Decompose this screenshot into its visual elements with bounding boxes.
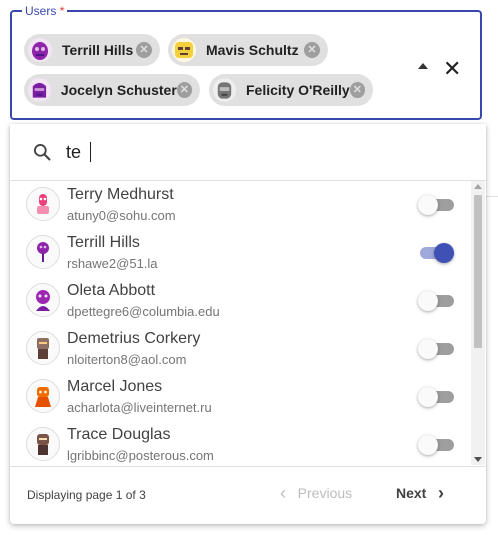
chevron-left-icon: ‹ <box>280 483 286 503</box>
next-page-button[interactable]: Next › <box>396 483 445 503</box>
options-list[interactable]: Terry Medhurst atuny0@sohu.com Terrill H… <box>10 181 470 465</box>
option-name: Oleta Abbott <box>67 282 156 299</box>
background-divider <box>486 196 498 197</box>
avatar <box>26 187 60 221</box>
previous-page-button[interactable]: ‹ Previous <box>280 483 353 503</box>
option-email: dpettegre6@columbia.edu <box>67 304 220 319</box>
avatar <box>26 379 60 413</box>
chip-terrill-hills[interactable]: Terrill Hills ✕ <box>24 34 160 66</box>
robot-avatar-icon <box>172 38 196 62</box>
robot-avatar-icon <box>213 78 236 102</box>
option-email: lgribbinc@posterous.com <box>67 448 214 463</box>
caret-up-icon[interactable] <box>418 63 428 69</box>
chip-jocelyn-schuster[interactable]: Jocelyn Schuster ✕ <box>24 74 200 106</box>
robot-avatar-icon <box>37 338 49 359</box>
list-item[interactable]: Terrill Hills rshawe2@51.la <box>10 229 470 277</box>
pagination-footer: Displaying page 1 of 3 ‹ Previous Next › <box>10 466 486 525</box>
previous-label: Previous <box>297 485 353 501</box>
avatar <box>172 38 196 62</box>
scroll-up-arrow-icon[interactable] <box>474 184 482 189</box>
chip-mavis-schultz[interactable]: Mavis Schultz ✕ <box>168 34 328 66</box>
list-item[interactable]: Trace Douglas lgribbinc@posterous.com <box>10 421 470 465</box>
option-email: rshawe2@51.la <box>67 256 158 271</box>
select-toggle[interactable] <box>418 339 454 359</box>
chip-label: Mavis Schultz <box>206 42 299 58</box>
robot-avatar-icon <box>28 78 51 102</box>
avatar <box>28 38 52 62</box>
cancel-circle-icon[interactable]: ✕ <box>304 42 320 58</box>
search-icon <box>34 144 51 161</box>
robot-avatar-icon <box>35 387 51 407</box>
option-name: Trace Douglas <box>67 426 171 443</box>
chip-felicity-oreilly[interactable]: Felicity O'Reilly ✕ <box>209 74 373 106</box>
select-toggle[interactable] <box>418 243 454 263</box>
option-name: Demetrius Corkery <box>67 330 201 347</box>
robot-avatar-icon <box>37 194 49 214</box>
list-item[interactable]: Demetrius Corkery nloiterton8@aol.com <box>10 325 470 373</box>
chevron-right-icon: › <box>438 483 445 503</box>
list-item[interactable]: Terry Medhurst atuny0@sohu.com <box>10 181 470 229</box>
cancel-circle-icon[interactable]: ✕ <box>349 82 365 98</box>
avatar <box>26 235 60 269</box>
robot-avatar-icon <box>37 242 49 262</box>
robot-avatar-icon <box>37 434 49 455</box>
avatar <box>26 331 60 365</box>
scrollbar-thumb[interactable] <box>474 195 482 348</box>
next-label: Next <box>396 485 427 501</box>
robot-avatar-icon <box>28 38 52 62</box>
option-name: Marcel Jones <box>67 378 163 395</box>
option-name: Terry Medhurst <box>67 186 174 203</box>
option-email: acharlota@liveinternet.ru <box>67 400 212 415</box>
avatar <box>213 78 236 102</box>
option-email: atuny0@sohu.com <box>67 208 176 223</box>
select-toggle[interactable] <box>418 435 454 455</box>
avatar <box>28 78 51 102</box>
scroll-down-arrow-icon[interactable] <box>474 457 482 462</box>
chip-label: Felicity O'Reilly <box>245 82 350 98</box>
list-item[interactable]: Marcel Jones acharlota@liveinternet.ru <box>10 373 470 421</box>
option-name: Terrill Hills <box>67 234 140 251</box>
search-input[interactable] <box>66 138 446 166</box>
page-info: Displaying page 1 of 3 <box>27 488 146 502</box>
select-toggle[interactable] <box>418 195 454 215</box>
field-label: Users * <box>22 4 68 18</box>
list-scrollbar[interactable] <box>471 181 485 465</box>
users-autocomplete-field[interactable]: Users * Terrill Hills ✕ Mavis Schultz ✕ … <box>10 4 482 120</box>
avatar <box>26 427 60 461</box>
list-item[interactable]: Oleta Abbott dpettegre6@columbia.edu <box>10 277 470 325</box>
cancel-circle-icon[interactable]: ✕ <box>176 82 192 98</box>
close-icon[interactable]: ✕ <box>443 58 461 80</box>
avatar <box>26 283 60 317</box>
chip-label: Jocelyn Schuster <box>60 82 177 98</box>
robot-avatar-icon <box>36 290 50 311</box>
select-toggle[interactable] <box>418 387 454 407</box>
option-email: nloiterton8@aol.com <box>67 352 187 367</box>
text-cursor <box>90 142 91 162</box>
search-row <box>10 124 486 181</box>
options-dropdown: Terry Medhurst atuny0@sohu.com Terrill H… <box>10 124 486 524</box>
required-mark: * <box>59 4 65 18</box>
cancel-circle-icon[interactable]: ✕ <box>136 42 152 58</box>
chip-label: Terrill Hills <box>62 42 134 58</box>
select-toggle[interactable] <box>418 291 454 311</box>
